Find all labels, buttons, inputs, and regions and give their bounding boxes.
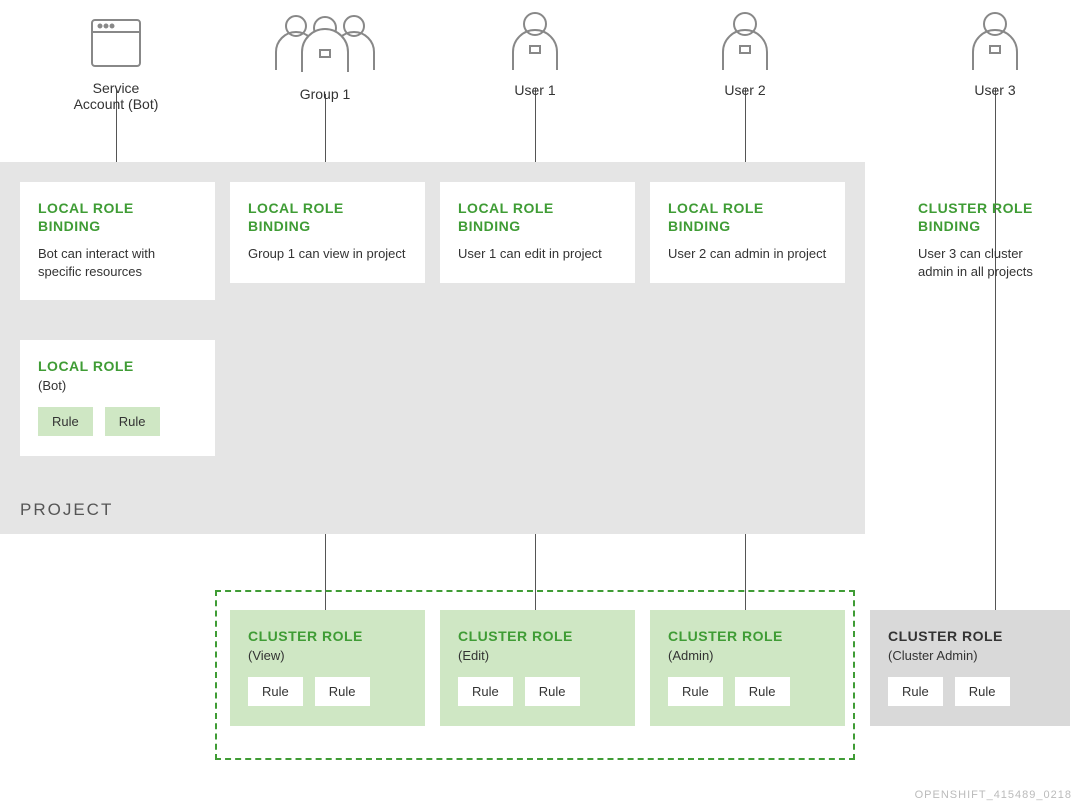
cluster-role-title: CLUSTER ROLE	[248, 628, 407, 644]
binding-desc: User 1 can edit in project	[458, 245, 617, 263]
binding-desc: Bot can interact with specific resources	[38, 245, 197, 280]
service-account-icon: Service Account (Bot)	[70, 10, 162, 112]
binding-desc: User 2 can admin in project	[668, 245, 827, 263]
cluster-role-admin: CLUSTER ROLE (Admin) Rule Rule	[650, 610, 845, 726]
local-role-card: LOCAL ROLE (Bot) Rule Rule	[20, 340, 215, 456]
local-role-sub: (Bot)	[38, 378, 197, 393]
cluster-role-title: CLUSTER ROLE	[668, 628, 827, 644]
binding-title: LOCAL ROLE BINDING	[248, 200, 407, 235]
rule-chip: Rule	[38, 407, 93, 436]
rule-chip: Rule	[888, 677, 943, 706]
group-icon: Group 1	[258, 10, 392, 102]
binding-title: LOCAL ROLE BINDING	[458, 200, 617, 235]
service-account-label: Service Account (Bot)	[70, 80, 162, 112]
project-label: PROJECT	[20, 500, 113, 520]
cluster-role-view: CLUSTER ROLE (View) Rule Rule	[230, 610, 425, 726]
cluster-role-title: CLUSTER ROLE	[888, 628, 1052, 644]
cluster-role-title: CLUSTER ROLE	[458, 628, 617, 644]
user1-label: User 1	[500, 82, 570, 98]
user3-icon: User 3	[960, 10, 1030, 98]
binding-card-user2: LOCAL ROLE BINDING User 2 can admin in p…	[650, 182, 845, 283]
binding-card-user3: CLUSTER ROLE BINDING User 3 can cluster …	[900, 182, 1078, 300]
diagram-id: OPENSHIFT_415489_0218	[915, 789, 1072, 801]
cluster-role-sub: (View)	[248, 648, 407, 663]
binding-card-user1: LOCAL ROLE BINDING User 1 can edit in pr…	[440, 182, 635, 283]
rule-chip: Rule	[315, 677, 370, 706]
binding-title: CLUSTER ROLE BINDING	[918, 200, 1060, 235]
cluster-role-sub: (Admin)	[668, 648, 827, 663]
cluster-role-edit: CLUSTER ROLE (Edit) Rule Rule	[440, 610, 635, 726]
cluster-role-sub: (Edit)	[458, 648, 617, 663]
group-label: Group 1	[258, 86, 392, 102]
user1-icon: User 1	[500, 10, 570, 98]
cluster-role-cluster-admin: CLUSTER ROLE (Cluster Admin) Rule Rule	[870, 610, 1070, 726]
binding-desc: Group 1 can view in project	[248, 245, 407, 263]
binding-card-group1: LOCAL ROLE BINDING Group 1 can view in p…	[230, 182, 425, 283]
binding-desc: User 3 can cluster admin in all projects	[918, 245, 1060, 280]
user2-label: User 2	[710, 82, 780, 98]
cluster-role-sub: (Cluster Admin)	[888, 648, 1052, 663]
rule-chip: Rule	[105, 407, 160, 436]
local-role-title: LOCAL ROLE	[38, 358, 197, 374]
binding-title: LOCAL ROLE BINDING	[668, 200, 827, 235]
rule-chip: Rule	[458, 677, 513, 706]
rule-chip: Rule	[525, 677, 580, 706]
binding-title: LOCAL ROLE BINDING	[38, 200, 197, 235]
rule-chip: Rule	[955, 677, 1010, 706]
rule-chip: Rule	[248, 677, 303, 706]
rule-chip: Rule	[668, 677, 723, 706]
user2-icon: User 2	[710, 10, 780, 98]
rule-chip: Rule	[735, 677, 790, 706]
binding-card-bot: LOCAL ROLE BINDING Bot can interact with…	[20, 182, 215, 300]
user3-label: User 3	[960, 82, 1030, 98]
